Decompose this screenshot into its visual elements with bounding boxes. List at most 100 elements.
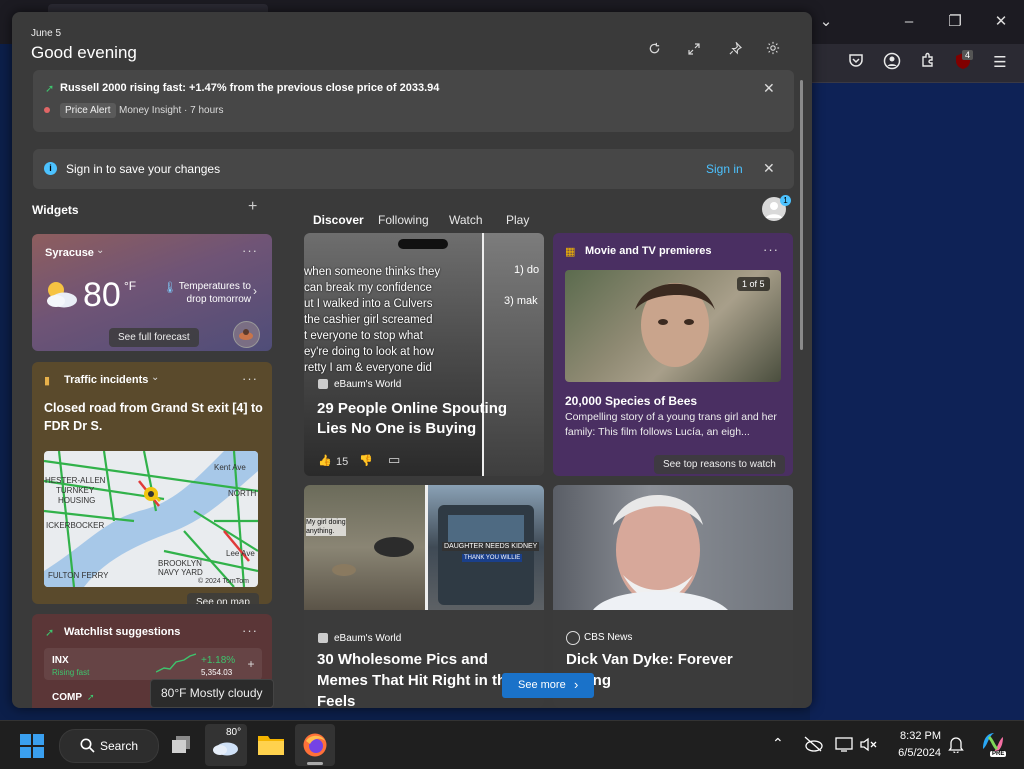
close-alert-icon[interactable]: ✕ <box>763 80 775 97</box>
alert-text: Russell 2000 rising fast: +1.47% from th… <box>60 82 440 94</box>
news-title[interactable]: Dick Van Dyke: Forever young <box>566 649 766 691</box>
watchlist-more-icon[interactable]: ··· <box>242 623 258 638</box>
traffic-more-icon[interactable]: ··· <box>242 371 258 386</box>
weather-tooltip: 80°F Mostly cloudy <box>150 679 274 708</box>
taskbar-firefox[interactable] <box>295 724 335 766</box>
traffic-chevron-icon[interactable]: ⌄ <box>151 372 159 383</box>
source-logo-icon <box>318 379 328 389</box>
see-more-button[interactable]: See more › <box>502 673 594 698</box>
watchlist-row[interactable]: INX Rising fast +1.18% 5,354.03 + <box>44 648 262 680</box>
close-signin-icon[interactable]: ✕ <box>763 160 775 177</box>
news-card[interactable]: when someone thinks they can break my con… <box>304 233 544 476</box>
traffic-pager[interactable] <box>46 599 91 604</box>
weather-note: Temperatures to drop tomorrow <box>178 281 251 305</box>
close-window-icon[interactable]: ✕ <box>987 8 1015 36</box>
traffic-title: Traffic incidents <box>64 374 149 386</box>
comment-icon[interactable]: ▭ <box>388 452 400 468</box>
traffic-map[interactable]: HESTER-ALLEN TURNKEY HOUSING ICKERBOCKER… <box>44 451 258 587</box>
news-image-text: THANK YOU WILLIE <box>462 554 523 562</box>
map-label: HESTER-ALLEN <box>45 476 106 485</box>
see-full-forecast-button[interactable]: See full forecast <box>109 328 199 347</box>
notification-bell-icon[interactable] <box>948 736 964 756</box>
traffic-card[interactable]: ▮ Traffic incidents ⌄ ··· Closed road fr… <box>32 362 272 604</box>
windows-start-icon[interactable] <box>20 734 44 761</box>
sparkline-icon <box>155 652 197 677</box>
account-icon[interactable] <box>881 52 903 74</box>
extensions-icon[interactable] <box>917 52 939 74</box>
map-label: ICKERBOCKER <box>46 521 105 530</box>
taskbar-weather[interactable]: 80° <box>205 724 247 766</box>
tab-following[interactable]: Following <box>378 213 429 227</box>
panel-scrollbar[interactable] <box>800 80 803 350</box>
tab-play[interactable]: Play <box>506 213 529 227</box>
weather-unit: °F <box>124 279 137 293</box>
map-label: NAVY YARD <box>158 568 203 577</box>
weather-companion-icon[interactable] <box>233 321 260 348</box>
clapper-icon: ▦ <box>565 246 576 258</box>
refresh-icon[interactable] <box>642 38 666 62</box>
price-alert-banner[interactable]: ➚ Russell 2000 rising fast: +1.47% from … <box>33 70 794 132</box>
volume-muted-icon[interactable] <box>860 737 878 755</box>
stock-sub: Rising fast <box>52 668 90 677</box>
news-image-text: DAUGHTER NEEDS KIDNEY <box>442 542 540 551</box>
search-label: Search <box>100 739 139 753</box>
map-label: FULTON FERRY <box>48 571 109 580</box>
pin-icon[interactable] <box>723 38 747 62</box>
weather-next-icon[interactable]: › <box>253 284 257 298</box>
tab-discover[interactable]: Discover <box>313 213 364 227</box>
stock-symbol: INX <box>52 655 69 666</box>
tooltip-text: 80°F Mostly cloudy <box>161 686 263 700</box>
clock-date[interactable]: 6/5/2024 <box>888 747 941 759</box>
weather-card[interactable]: Syracuse ⌄ ··· 80 °F 🌡 Temperatures to d… <box>32 234 272 351</box>
expand-icon[interactable] <box>682 38 706 62</box>
add-stock-icon[interactable]: + <box>244 657 258 671</box>
restore-icon[interactable]: ❐ <box>941 8 969 36</box>
news-source: CBS News <box>584 632 633 643</box>
location-chevron-icon[interactable]: ⌄ <box>96 245 104 256</box>
settings-gear-icon[interactable] <box>761 38 785 62</box>
weather-location: Syracuse <box>45 247 94 259</box>
weather-temp: 80 <box>83 276 121 314</box>
tray-chevron-up-icon[interactable]: ⌃ <box>772 735 784 752</box>
cloud-icon <box>211 738 239 759</box>
signin-text: Sign in to save your changes <box>66 162 221 176</box>
movie-pager[interactable] <box>567 473 612 476</box>
like-icon[interactable]: 👍 <box>318 454 332 467</box>
file-explorer-icon[interactable] <box>257 732 285 759</box>
hamburger-menu-icon[interactable]: ☰ <box>989 52 1011 74</box>
movie-headline[interactable]: 20,000 Species of Bees <box>565 394 697 408</box>
movie-card[interactable]: ▦ Movie and TV premieres ··· 1 of 5 20,0… <box>553 233 793 476</box>
movie-counter: 1 of 5 <box>737 277 770 291</box>
tab-list-chevron-icon[interactable]: ⌄ <box>812 8 840 36</box>
signin-link[interactable]: Sign in <box>706 162 743 176</box>
display-icon[interactable] <box>835 737 853 755</box>
news-image <box>553 485 793 610</box>
onedrive-offline-icon[interactable] <box>803 736 823 755</box>
map-label: BROOKLYN <box>158 559 202 568</box>
task-view-icon[interactable] <box>170 734 194 759</box>
weather-more-icon[interactable]: ··· <box>242 243 258 258</box>
alert-dot <box>44 107 50 113</box>
stock-symbol[interactable]: COMP <box>52 692 82 703</box>
map-label: HOUSING <box>58 496 96 505</box>
movie-desc: Compelling story of a young trans girl a… <box>565 411 777 438</box>
see-top-reasons-button[interactable]: See top reasons to watch <box>654 455 785 474</box>
watchlist-title: Watchlist suggestions <box>64 626 181 638</box>
stock-price: 5,354.03 <box>201 668 233 677</box>
movie-more-icon[interactable]: ··· <box>763 242 779 257</box>
dislike-icon[interactable]: 👎 <box>359 454 373 467</box>
taskbar-search[interactable]: Search <box>59 729 159 763</box>
add-widget-icon[interactable]: + <box>248 198 257 216</box>
news-title[interactable]: 29 People Online Spouting Lies No One is… <box>317 399 532 439</box>
clock-time[interactable]: 8:32 PM <box>896 730 941 742</box>
minimize-icon[interactable]: – <box>895 8 923 36</box>
price-alert-tag: Price Alert <box>60 103 116 118</box>
alert-source: Money Insight · 7 hours <box>119 105 224 116</box>
map-label: TURNKEY <box>56 486 95 495</box>
tab-watch[interactable]: Watch <box>449 213 483 227</box>
traffic-headline: Closed road from Grand St exit [4] to FD… <box>44 401 263 433</box>
like-count: 15 <box>336 456 349 468</box>
header-date: June 5 <box>31 28 62 39</box>
see-on-map-button[interactable]: See on map <box>187 593 259 604</box>
pocket-icon[interactable] <box>845 52 867 74</box>
